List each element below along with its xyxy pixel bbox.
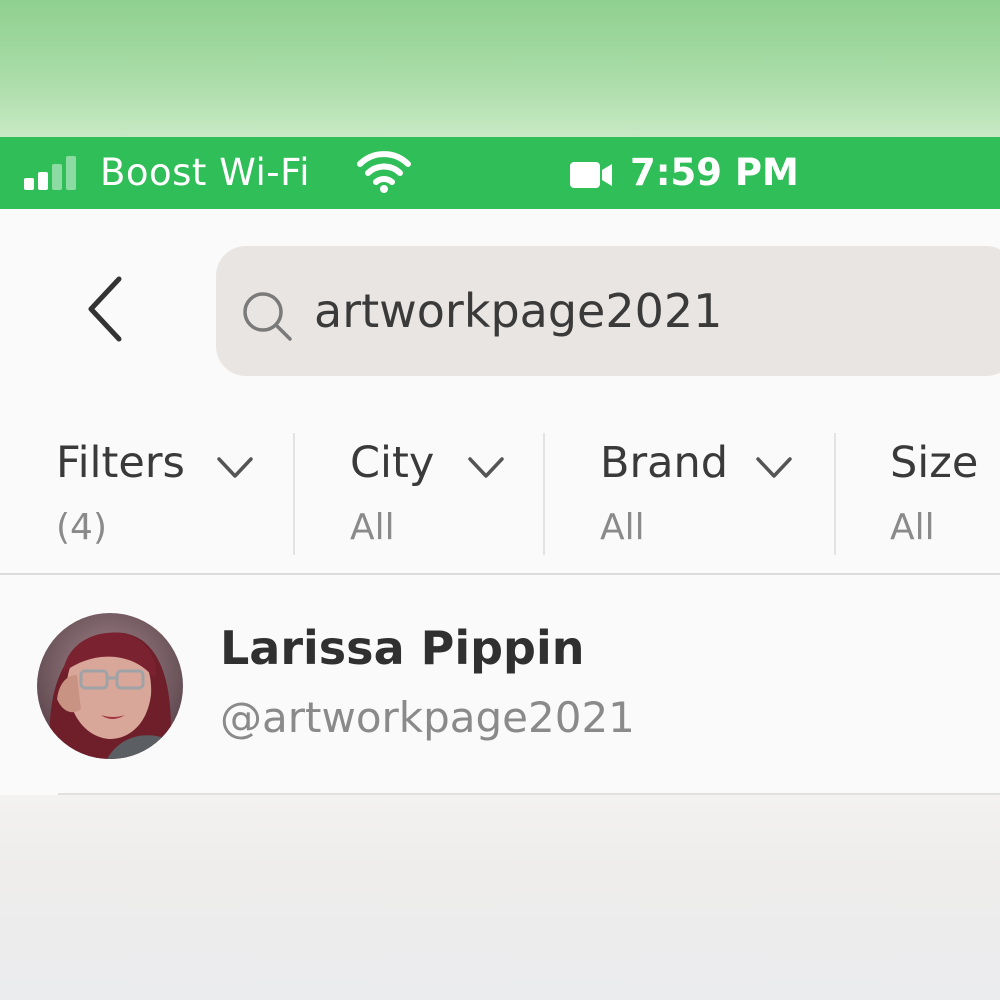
profile-photo <box>37 613 183 759</box>
search-input[interactable] <box>314 246 994 376</box>
chevron-down-icon <box>217 457 253 478</box>
blurred-background <box>0 0 1000 137</box>
filter-value: All <box>350 507 395 548</box>
signal-icon <box>24 137 76 209</box>
filter-label: Filters <box>56 438 185 488</box>
chevron-down-icon <box>756 457 792 478</box>
filter-label: City <box>350 438 435 488</box>
carrier-name: Boost Wi-Fi <box>100 151 310 194</box>
filter-value: All <box>600 507 645 548</box>
filter-dropdown-size[interactable]: Size All <box>890 434 1000 559</box>
status-time: 7:59 PM <box>630 151 799 194</box>
filter-value: (4) <box>56 507 107 548</box>
app-screen: Boost Wi-Fi 7:59 PM Filters <box>0 0 1000 1000</box>
chevron-left-icon <box>88 276 122 342</box>
chevron-down-icon <box>468 457 504 478</box>
avatar[interactable] <box>37 613 183 759</box>
filter-divider <box>293 433 295 555</box>
status-bar: Boost Wi-Fi 7:59 PM <box>0 137 1000 209</box>
empty-list-area <box>0 795 1000 1000</box>
user-name: Larissa Pippin <box>220 621 585 675</box>
filter-dropdown-brand[interactable]: Brand All <box>600 434 820 559</box>
back-button[interactable] <box>70 269 140 349</box>
search-icon <box>243 292 292 341</box>
filter-dropdown-city[interactable]: City All <box>350 434 530 559</box>
filter-value: All <box>890 507 935 548</box>
search-bar[interactable] <box>216 246 1000 376</box>
filter-label: Size <box>890 438 979 488</box>
search-results-screen: Filters (4) City All Brand All Size Al <box>0 209 1000 795</box>
wifi-icon <box>357 151 411 193</box>
filter-divider <box>834 433 836 555</box>
filter-label: Brand <box>600 438 729 488</box>
filter-divider <box>543 433 545 555</box>
user-handle: @artworkpage2021 <box>220 693 635 742</box>
filter-dropdown-filters[interactable]: Filters (4) <box>56 434 276 559</box>
camera-icon <box>570 162 612 188</box>
user-result-row[interactable]: Larissa Pippin @artworkpage2021 <box>0 575 1000 793</box>
